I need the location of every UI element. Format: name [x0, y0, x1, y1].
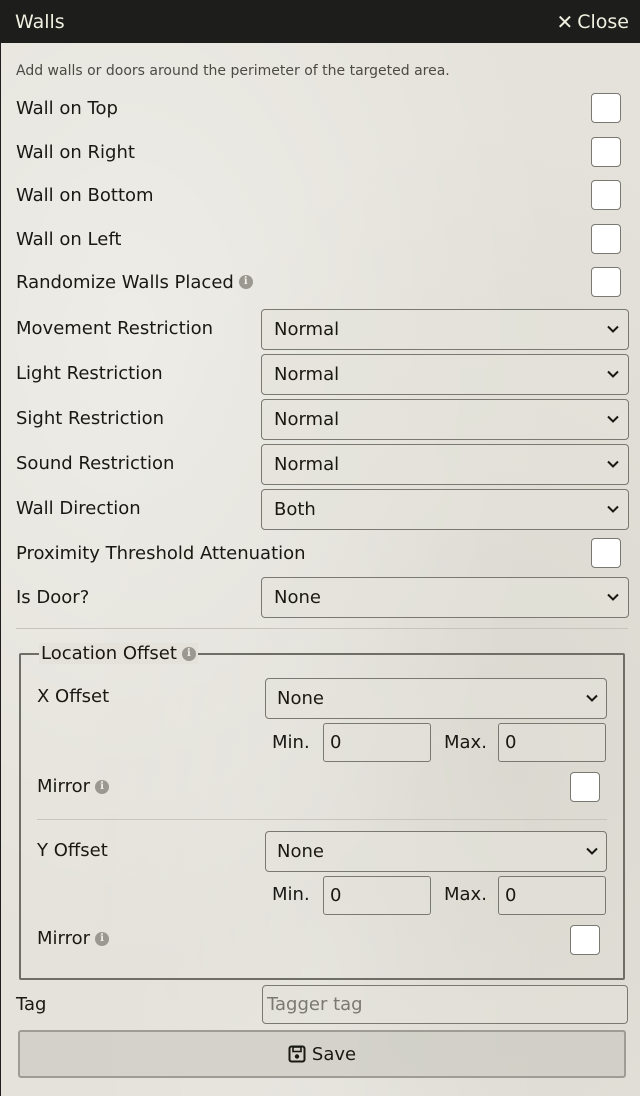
wall-direction-label: Wall Direction [16, 497, 141, 519]
dialog-header: Walls ✕ Close [1, 0, 640, 43]
wall-bottom-checkbox[interactable] [591, 180, 621, 210]
is-door-label: Is Door? [16, 586, 90, 608]
wall-top-label: Wall on Top [16, 97, 118, 119]
chevron-down-icon [607, 460, 619, 468]
chevron-down-icon [586, 694, 598, 702]
sound-restriction-select[interactable]: Normal [261, 444, 629, 485]
wall-top-checkbox[interactable] [591, 93, 621, 123]
y-mirror-checkbox[interactable] [570, 925, 600, 955]
save-button[interactable]: Save [18, 1030, 626, 1078]
wall-direction-select[interactable]: Both [261, 489, 629, 530]
proximity-label: Proximity Threshold Attenuation [16, 542, 306, 564]
wall-left-checkbox[interactable] [591, 224, 621, 254]
movement-restriction-select[interactable]: Normal [261, 309, 629, 350]
chevron-down-icon [607, 505, 619, 513]
y-mirror-label: Mirror i [37, 928, 110, 949]
chevron-down-icon [607, 415, 619, 423]
wall-left-row: Wall on Left [16, 221, 628, 257]
location-offset-legend-text: Location Offset [41, 643, 177, 664]
y-min-input[interactable]: 0 [323, 876, 431, 915]
close-icon: ✕ [556, 9, 574, 34]
y-max-label: Max. [444, 884, 487, 905]
x-offset-label: X Offset [37, 686, 110, 707]
randomize-walls-label: Randomize Walls Placed i [16, 272, 253, 293]
y-mirror-text: Mirror [37, 928, 91, 949]
light-restriction-select[interactable]: Normal [261, 354, 629, 395]
randomize-walls-checkbox[interactable] [591, 267, 621, 297]
hint-text: Add walls or doors around the perimeter … [16, 63, 450, 79]
save-label: Save [311, 1043, 357, 1065]
close-button[interactable]: ✕ Close [556, 11, 629, 33]
x-min-label: Min. [272, 732, 310, 753]
x-max-input[interactable]: 0 [498, 723, 606, 762]
chevron-down-icon [586, 847, 598, 855]
tag-input[interactable]: Tagger tag [262, 985, 628, 1024]
sound-restriction-label: Sound Restriction [16, 452, 175, 474]
light-restriction-value: Normal [274, 364, 340, 385]
x-mirror-checkbox[interactable] [570, 772, 600, 802]
x-mirror-label: Mirror i [37, 776, 110, 797]
chevron-down-icon [607, 370, 619, 378]
close-label: Close [577, 10, 629, 33]
wall-left-label: Wall on Left [16, 228, 122, 250]
wall-right-row: Wall on Right [16, 134, 628, 170]
wall-right-checkbox[interactable] [591, 137, 621, 167]
wall-direction-value: Both [274, 499, 316, 520]
sight-restriction-select[interactable]: Normal [261, 399, 629, 440]
proximity-checkbox[interactable] [591, 538, 621, 568]
y-min-label: Min. [272, 884, 310, 905]
wall-bottom-label: Wall on Bottom [16, 184, 154, 206]
sight-restriction-value: Normal [274, 409, 340, 430]
is-door-value: None [274, 587, 321, 608]
info-icon[interactable]: i [238, 275, 253, 289]
movement-restriction-value: Normal [274, 319, 340, 340]
wall-bottom-row: Wall on Bottom [16, 177, 628, 213]
location-offset-legend: Location Offset i [39, 643, 198, 664]
randomize-walls-text: Randomize Walls Placed [16, 271, 234, 293]
sound-restriction-value: Normal [274, 454, 340, 475]
section-divider [16, 628, 628, 629]
x-mirror-text: Mirror [37, 776, 91, 797]
wall-right-label: Wall on Right [16, 141, 135, 163]
dialog-title: Walls [15, 10, 65, 33]
y-offset-value: None [277, 841, 324, 862]
tag-label: Tag [16, 994, 47, 1015]
wall-top-row: Wall on Top [16, 90, 628, 126]
floppy-disk-icon [288, 1045, 306, 1063]
proximity-row: Proximity Threshold Attenuation [16, 535, 628, 571]
x-offset-value: None [277, 688, 324, 709]
x-max-label: Max. [444, 732, 487, 753]
chevron-down-icon [607, 325, 619, 333]
chevron-down-icon [607, 593, 619, 601]
light-restriction-label: Light Restriction [16, 362, 163, 384]
info-icon[interactable]: i [95, 931, 110, 946]
is-door-select[interactable]: None [261, 577, 629, 618]
y-max-input[interactable]: 0 [498, 876, 606, 915]
info-icon[interactable]: i [181, 646, 196, 661]
y-offset-label: Y Offset [37, 840, 108, 861]
x-offset-select[interactable]: None [265, 678, 607, 719]
x-min-input[interactable]: 0 [323, 723, 431, 762]
walls-dialog: Walls ✕ Close Add walls or doors around … [0, 0, 640, 1096]
movement-restriction-label: Movement Restriction [16, 317, 214, 339]
randomize-walls-row: Randomize Walls Placed i [16, 264, 628, 300]
info-icon[interactable]: i [95, 779, 110, 794]
y-offset-select[interactable]: None [265, 831, 607, 872]
offset-divider [37, 819, 607, 820]
sight-restriction-label: Sight Restriction [16, 407, 165, 429]
